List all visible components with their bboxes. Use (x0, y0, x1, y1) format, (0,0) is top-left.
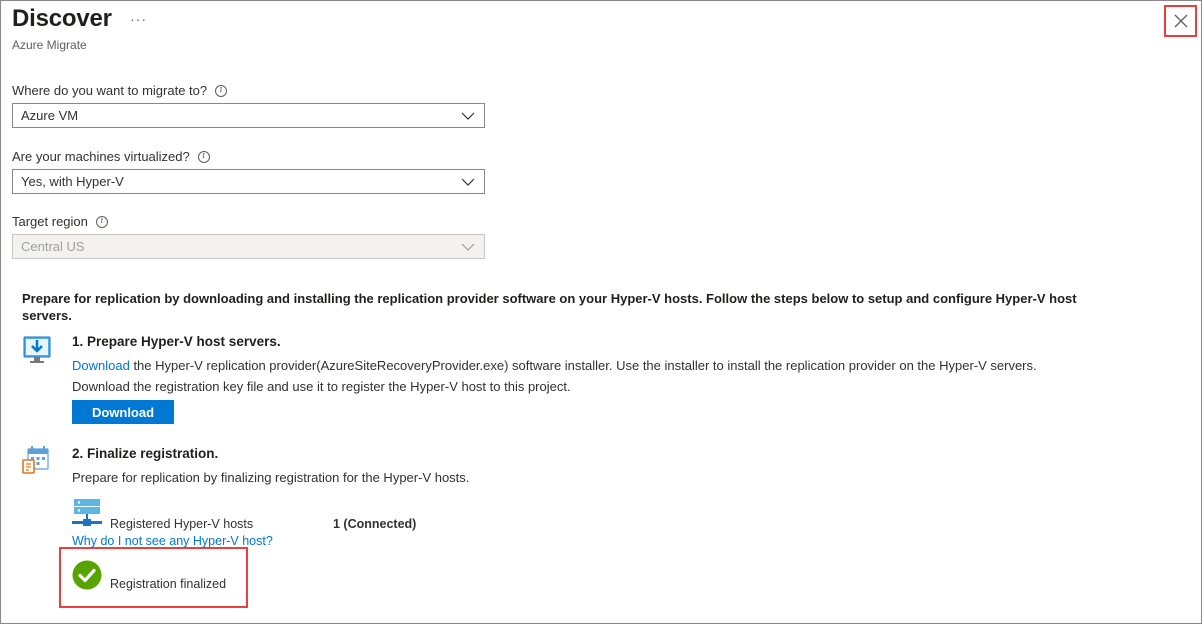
download-link[interactable]: Download (72, 358, 130, 373)
target-region-label-text: Target region (12, 214, 88, 229)
migrate-to-dropdown[interactable]: Azure VM (12, 103, 485, 128)
registered-hosts-label: Registered Hyper-V hosts (110, 517, 254, 531)
step1-line1-text: the Hyper-V replication provider(AzureSi… (129, 358, 1037, 373)
chevron-down-icon (461, 243, 475, 251)
registered-hosts-value: 1 (Connected) (333, 517, 417, 531)
close-button[interactable] (1164, 5, 1197, 37)
step2-description: Prepare for replication by finalizing re… (72, 470, 470, 485)
chevron-down-icon (461, 178, 475, 186)
target-region-dropdown: Central US (12, 234, 485, 259)
info-icon[interactable]: i (95, 215, 108, 228)
virtualized-label: Are your machines virtualized? i (12, 149, 210, 164)
virtualized-label-text: Are your machines virtualized? (12, 149, 190, 164)
more-options-button[interactable]: ··· (130, 11, 147, 27)
target-region-label: Target region i (12, 214, 108, 229)
close-icon (1174, 14, 1187, 28)
download-button[interactable]: Download (72, 400, 174, 424)
step2-title: 2. Finalize registration. (72, 446, 219, 461)
step1-title: 1. Prepare Hyper-V host servers. (72, 334, 281, 349)
virtualized-value: Yes, with Hyper-V (21, 174, 124, 189)
hyperv-host-icon (72, 498, 102, 535)
instructions-text: Prepare for replication by downloading a… (22, 291, 1077, 323)
migrate-to-label: Where do you want to migrate to? i (12, 83, 228, 98)
step1-line1: Download the Hyper-V replication provide… (72, 358, 1037, 373)
virtualized-dropdown[interactable]: Yes, with Hyper-V (12, 169, 485, 194)
page-title: Discover (12, 5, 112, 32)
success-check-icon (72, 560, 102, 595)
chevron-down-icon (461, 112, 475, 120)
step1-line2: Download the registration key file and u… (72, 379, 571, 394)
registration-status: Registration finalized (110, 577, 227, 591)
discover-panel: Discover ··· Azure Migrate Where do you … (0, 0, 1202, 624)
info-icon[interactable]: i (215, 84, 228, 97)
target-region-value: Central US (21, 239, 85, 254)
info-icon[interactable]: i (197, 150, 210, 163)
calendar-icon (22, 446, 52, 483)
page-subtitle: Azure Migrate (12, 38, 87, 52)
download-monitor-icon (22, 334, 52, 371)
migrate-to-value: Azure VM (21, 108, 79, 123)
hyperv-help-link[interactable]: Why do I not see any Hyper-V host? (72, 534, 273, 548)
migrate-to-label-text: Where do you want to migrate to? (12, 83, 208, 98)
